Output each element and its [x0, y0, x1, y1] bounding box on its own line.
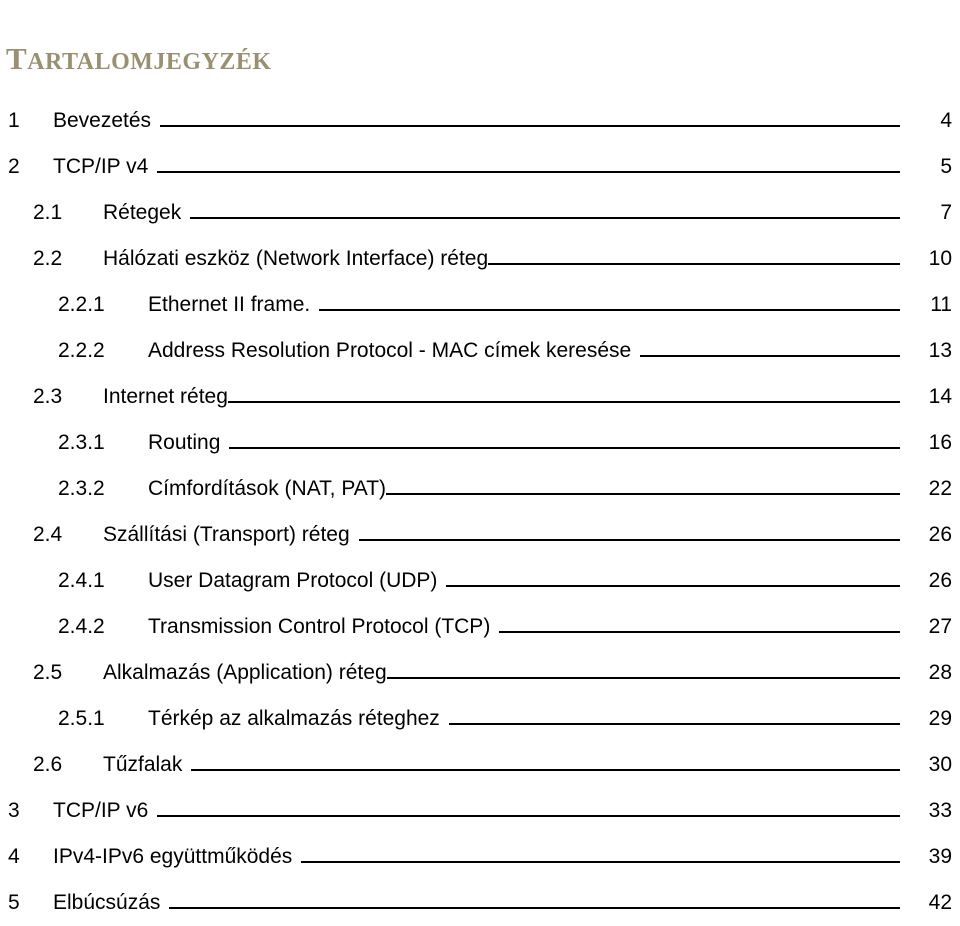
- toc-leader-line: [190, 217, 900, 219]
- toc-entry[interactable]: 2.3.1 Routing 16: [0, 420, 960, 466]
- toc-entry-label: Térkép az alkalmazás réteghez: [148, 707, 440, 730]
- toc-entry-label: IPv4-IPv6 együttműködés: [53, 845, 293, 868]
- toc-entry-number: 2.3.1: [58, 431, 105, 454]
- toc-entry-number: 2.2.2: [58, 339, 105, 362]
- table-of-contents: 1 Bevezetés 4 2 TCP/IP v4 5 2.1 Rétegek 7 2.2 Háló…: [0, 98, 960, 926]
- toc-leader-line: [169, 907, 900, 909]
- toc-entry-page-number: 5: [940, 155, 952, 178]
- toc-entry-page-number: 26: [928, 523, 952, 546]
- toc-entry[interactable]: 2.3 Internet réteg 14: [0, 374, 960, 420]
- toc-entry-page-number: 16: [928, 431, 952, 454]
- toc-leader-line: [446, 585, 900, 587]
- toc-entry[interactable]: 3 TCP/IP v6 33: [0, 788, 960, 834]
- toc-leader-line: [319, 309, 900, 311]
- toc-entry-label: Rétegek: [103, 201, 182, 224]
- toc-entry-label: Elbúcsúzás: [53, 891, 161, 914]
- toc-entry-page-number: 27: [928, 615, 952, 638]
- toc-entry-label: Address Resolution Protocol - MAC címek …: [148, 339, 632, 362]
- toc-entry[interactable]: 2.4 Szállítási (Transport) réteg 26: [0, 512, 960, 558]
- toc-entry-label: Transmission Control Protocol (TCP): [148, 615, 491, 638]
- toc-entry-page-number: 29: [928, 707, 952, 730]
- toc-entry-label: Címfordítások (NAT, PAT): [148, 477, 387, 500]
- toc-entry-page-number: 33: [928, 799, 952, 822]
- toc-leader-line: [358, 539, 901, 541]
- toc-entry[interactable]: 2.2.1 Ethernet II frame. 11: [0, 282, 960, 328]
- toc-entry[interactable]: 5 Elbúcsúzás 42: [0, 880, 960, 926]
- toc-entry-number: 5: [8, 891, 20, 914]
- toc-leader-line: [640, 355, 900, 357]
- toc-entry-page-number: 39: [928, 845, 952, 868]
- toc-entry[interactable]: 2.2 Hálózati eszköz (Network Interface) r…: [0, 236, 960, 282]
- toc-entry-number: 4: [8, 845, 20, 868]
- toc-entry-label: User Datagram Protocol (UDP): [148, 569, 438, 592]
- toc-leader-line: [301, 861, 900, 863]
- toc-entry[interactable]: 2.5.1 Térkép az alkalmazás réteghez 29: [0, 696, 960, 742]
- toc-entry-number: 1: [8, 109, 20, 132]
- toc-leader-line: [227, 401, 901, 403]
- toc-entry-page-number: 26: [928, 569, 952, 592]
- toc-entry-page-number: 10: [928, 247, 952, 270]
- toc-entry-page-number: 30: [928, 753, 952, 776]
- toc-entry[interactable]: 2.2.2 Address Resolution Protocol - MAC c…: [0, 328, 960, 374]
- toc-entry-number: 2.4.1: [58, 569, 105, 592]
- toc-entry-number: 2.3.2: [58, 477, 105, 500]
- toc-entry-label: Alkalmazás (Application) réteg: [103, 661, 387, 684]
- toc-entry[interactable]: 4 IPv4-IPv6 együttműködés 39: [0, 834, 960, 880]
- toc-entry-label: Internet réteg: [103, 385, 228, 408]
- toc-entry-page-number: 11: [930, 293, 952, 316]
- toc-entry[interactable]: 2.5 Alkalmazás (Application) réteg 28: [0, 650, 960, 696]
- toc-entry-number: 2.5: [33, 661, 63, 684]
- toc-entry-number: 2.4: [33, 523, 63, 546]
- toc-entry-label: Routing: [148, 431, 221, 454]
- toc-entry-number: 3: [8, 799, 20, 822]
- toc-entry-label: Hálózati eszköz (Network Interface) réte…: [103, 247, 489, 270]
- toc-entry[interactable]: 2.6 Tűzfalak 30: [0, 742, 960, 788]
- toc-entry-number: 2.1: [33, 201, 63, 224]
- toc-entry-label: TCP/IP v6: [53, 799, 149, 822]
- toc-entry-label: TCP/IP v4: [53, 155, 149, 178]
- toc-entry-page-number: 13: [928, 339, 952, 362]
- toc-leader-line: [157, 815, 900, 817]
- toc-entry[interactable]: 2.1 Rétegek 7: [0, 190, 960, 236]
- toc-entry-page-number: 28: [928, 661, 952, 684]
- toc-leader-line: [160, 125, 900, 127]
- toc-entry-number: 2: [8, 155, 20, 178]
- toc-leader-line: [448, 723, 901, 725]
- toc-entry-page-number: 14: [928, 385, 952, 408]
- toc-entry[interactable]: 2 TCP/IP v4 5: [0, 144, 960, 190]
- document-page: TARTALOMJEGYZÉK 1 Bevezetés 4 2 TCP/IP v4 5 2.…: [0, 0, 960, 926]
- toc-entry-number: 2.4.2: [58, 615, 105, 638]
- toc-entry-label: Bevezetés: [53, 109, 152, 132]
- toc-entry[interactable]: 1 Bevezetés 4: [0, 98, 960, 144]
- toc-leader-line: [157, 171, 900, 173]
- toc-entry-label: Tűzfalak: [103, 753, 183, 776]
- toc-leader-line: [386, 677, 901, 679]
- toc-entry[interactable]: 2.4.2 Transmission Control Protocol (TCP)…: [0, 604, 960, 650]
- toc-leader-line: [191, 769, 900, 771]
- toc-entry-label: Ethernet II frame.: [148, 293, 311, 316]
- toc-entry-page-number: 42: [928, 891, 952, 914]
- toc-entry-number: 2.2.1: [58, 293, 105, 316]
- toc-leader-line: [386, 493, 900, 495]
- toc-entry-page-number: 7: [940, 201, 952, 224]
- toc-leader-line: [488, 263, 900, 265]
- toc-entry-number: 2.2: [33, 247, 63, 270]
- toc-entry-label: Szállítási (Transport) réteg: [103, 523, 350, 546]
- toc-entry[interactable]: 2.3.2 Címfordítások (NAT, PAT) 22: [0, 466, 960, 512]
- page-title: TARTALOMJEGYZÉK: [6, 29, 272, 79]
- toc-entry-number: 2.6: [33, 753, 63, 776]
- toc-entry-page-number: 22: [928, 477, 952, 500]
- toc-entry[interactable]: 2.4.1 User Datagram Protocol (UDP) 26: [0, 558, 960, 604]
- toc-leader-line: [499, 631, 900, 633]
- toc-entry-number: 2.3: [33, 385, 63, 408]
- toc-entry-page-number: 4: [940, 109, 952, 132]
- toc-leader-line: [229, 447, 900, 449]
- toc-entry-number: 2.5.1: [58, 707, 105, 730]
